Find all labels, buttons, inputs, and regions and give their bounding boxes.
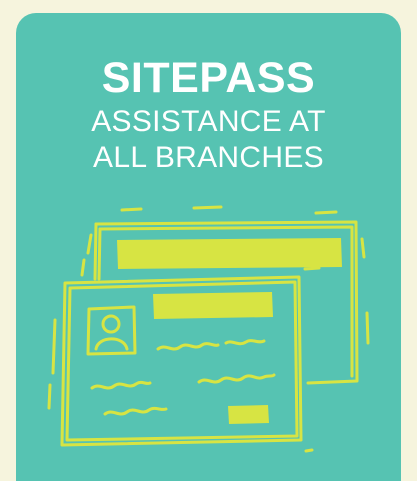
front-card-header-bar — [153, 292, 273, 319]
id-cards-icon — [47, 205, 370, 453]
card-bars — [117, 238, 342, 424]
front-card-button-bar — [228, 405, 269, 424]
back-card-bar — [117, 238, 342, 269]
promo-card: SITEPASS ASSISTANCE AT ALL BRANCHES — [16, 13, 401, 481]
avatar-icon — [86, 305, 137, 356]
squiggle-lines — [90, 339, 276, 416]
